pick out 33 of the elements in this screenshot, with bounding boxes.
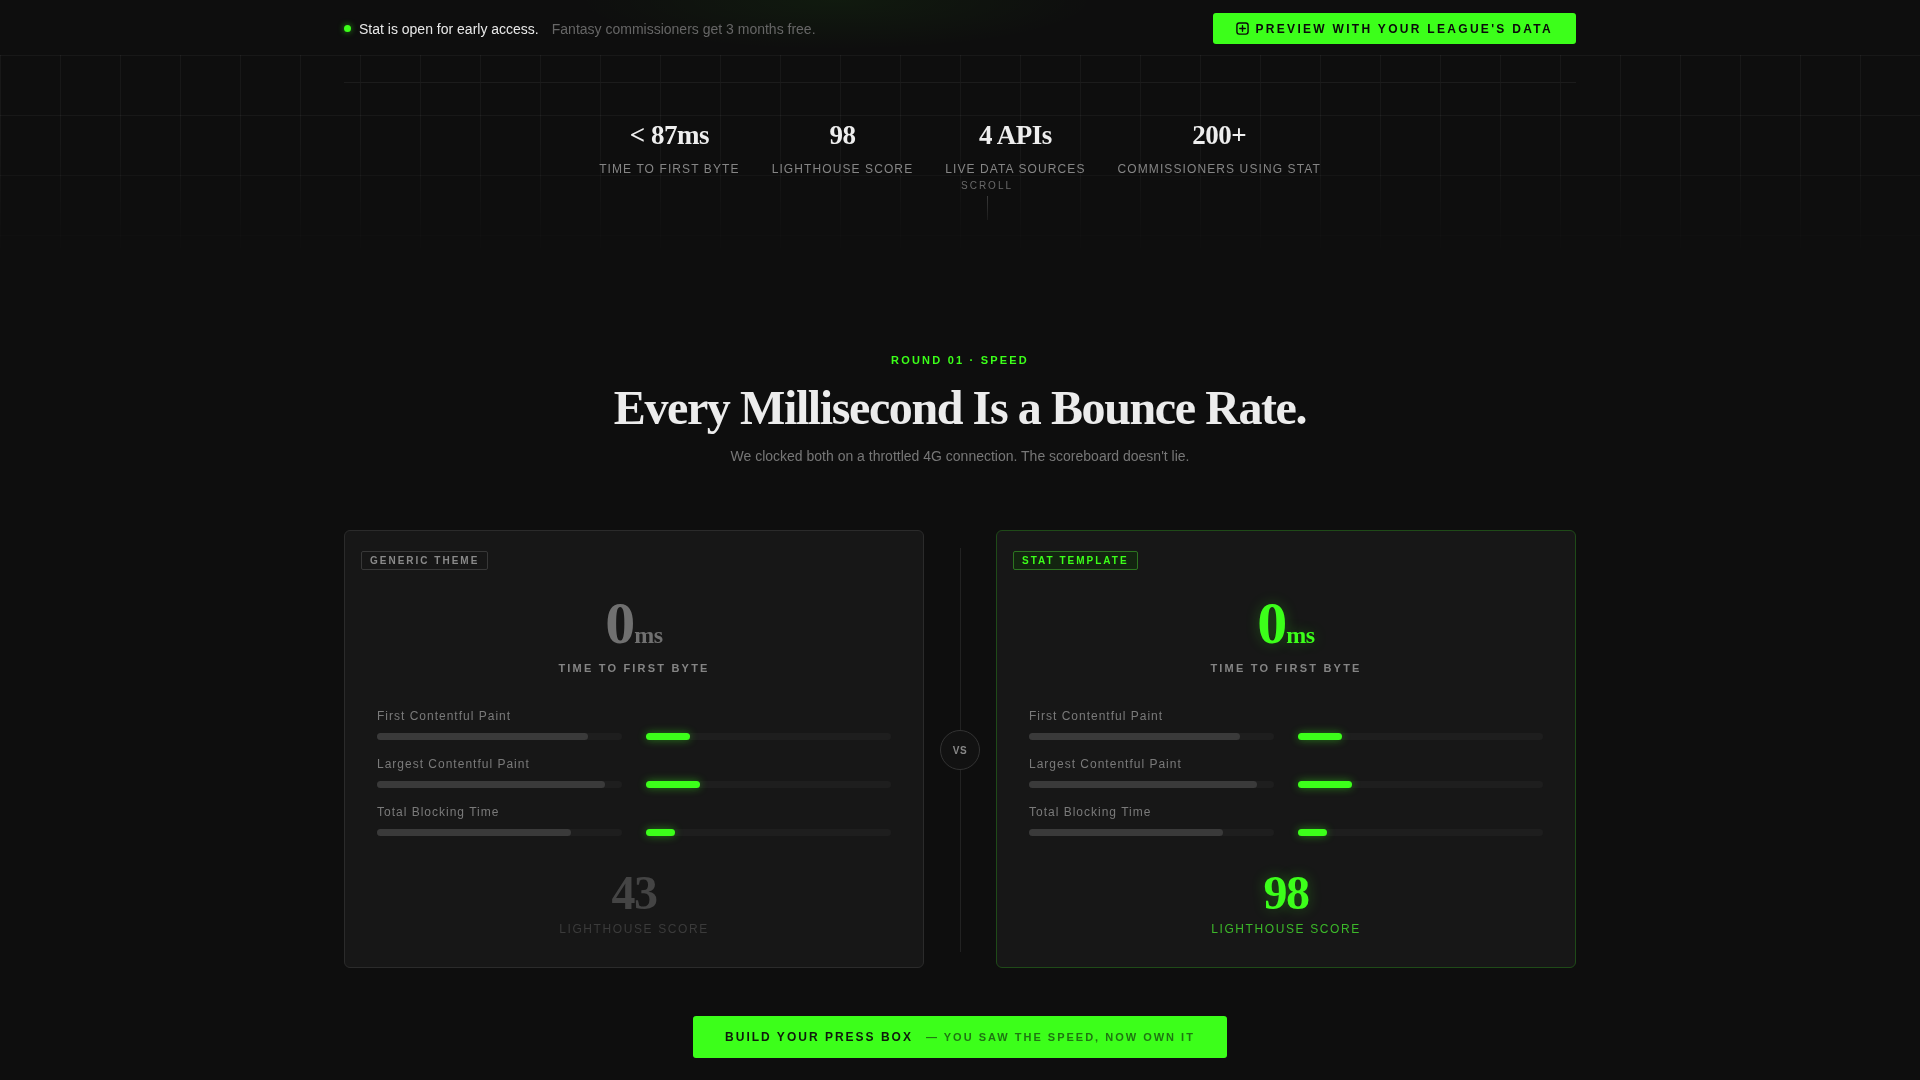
variant-tag: GENERIC THEME — [361, 551, 489, 570]
score-label: LIGHTHOUSE SCORE — [1211, 922, 1361, 936]
ttfb-label: TIME TO FIRST BYTE — [558, 661, 710, 675]
announcement-text: Stat is open for early access. — [359, 20, 539, 37]
variant-tag: STAT TEMPLATE — [1013, 551, 1138, 570]
plus-square-icon — [1235, 22, 1249, 35]
metric-label: Largest Contentful Paint — [1029, 757, 1183, 771]
announcement-detail: Fantasy commissioners get 3 months free. — [551, 20, 816, 37]
ttfb-label: TIME TO FIRST BYTE — [1210, 661, 1362, 675]
metric-label: Total Blocking Time — [1029, 805, 1153, 819]
stat-value: < 87ms — [629, 119, 709, 152]
stat-label: COMMISSIONERS USING STAT — [1117, 162, 1321, 176]
scroll-hint: SCROLL — [961, 180, 1013, 192]
stat-value: 4 APIs — [979, 119, 1052, 152]
score-value: 98 — [1263, 869, 1309, 917]
stat-label: TIME TO FIRST BYTE — [599, 162, 740, 176]
build-press-box-button[interactable]: BUILD YOUR PRESS BOX — YOU SAW THE SPEED, NOW OWN IT — [693, 1016, 1227, 1058]
stat-value: 98 — [829, 119, 856, 152]
metric-label: First Contentful Paint — [1029, 709, 1165, 723]
versus-marker: VS — [940, 730, 980, 770]
stat-label: LIGHTHOUSE SCORE — [771, 162, 914, 176]
stat-value: 200+ — [1192, 119, 1247, 152]
metric-label: First Contentful Paint — [377, 709, 513, 723]
preview-button[interactable]: PREVIEW WITH YOUR LEAGUE'S DATA — [1212, 13, 1576, 44]
section-title: Every Millisecond Is a Bounce Rate. — [613, 381, 1307, 434]
ttfb-value: 0ms — [1257, 597, 1315, 658]
metric-label: Largest Contentful Paint — [377, 757, 531, 771]
stat-label: LIVE DATA SOURCES — [945, 162, 1086, 176]
section-subtitle: We clocked both on a throttled 4G connection. The scoreboard doesn't lie. — [730, 447, 1190, 466]
ttfb-value: 0ms — [605, 597, 663, 658]
metric-label: Total Blocking Time — [377, 805, 501, 819]
status-dot-icon — [344, 25, 351, 32]
section-eyebrow: ROUND 01 · SPEED — [891, 353, 1029, 367]
